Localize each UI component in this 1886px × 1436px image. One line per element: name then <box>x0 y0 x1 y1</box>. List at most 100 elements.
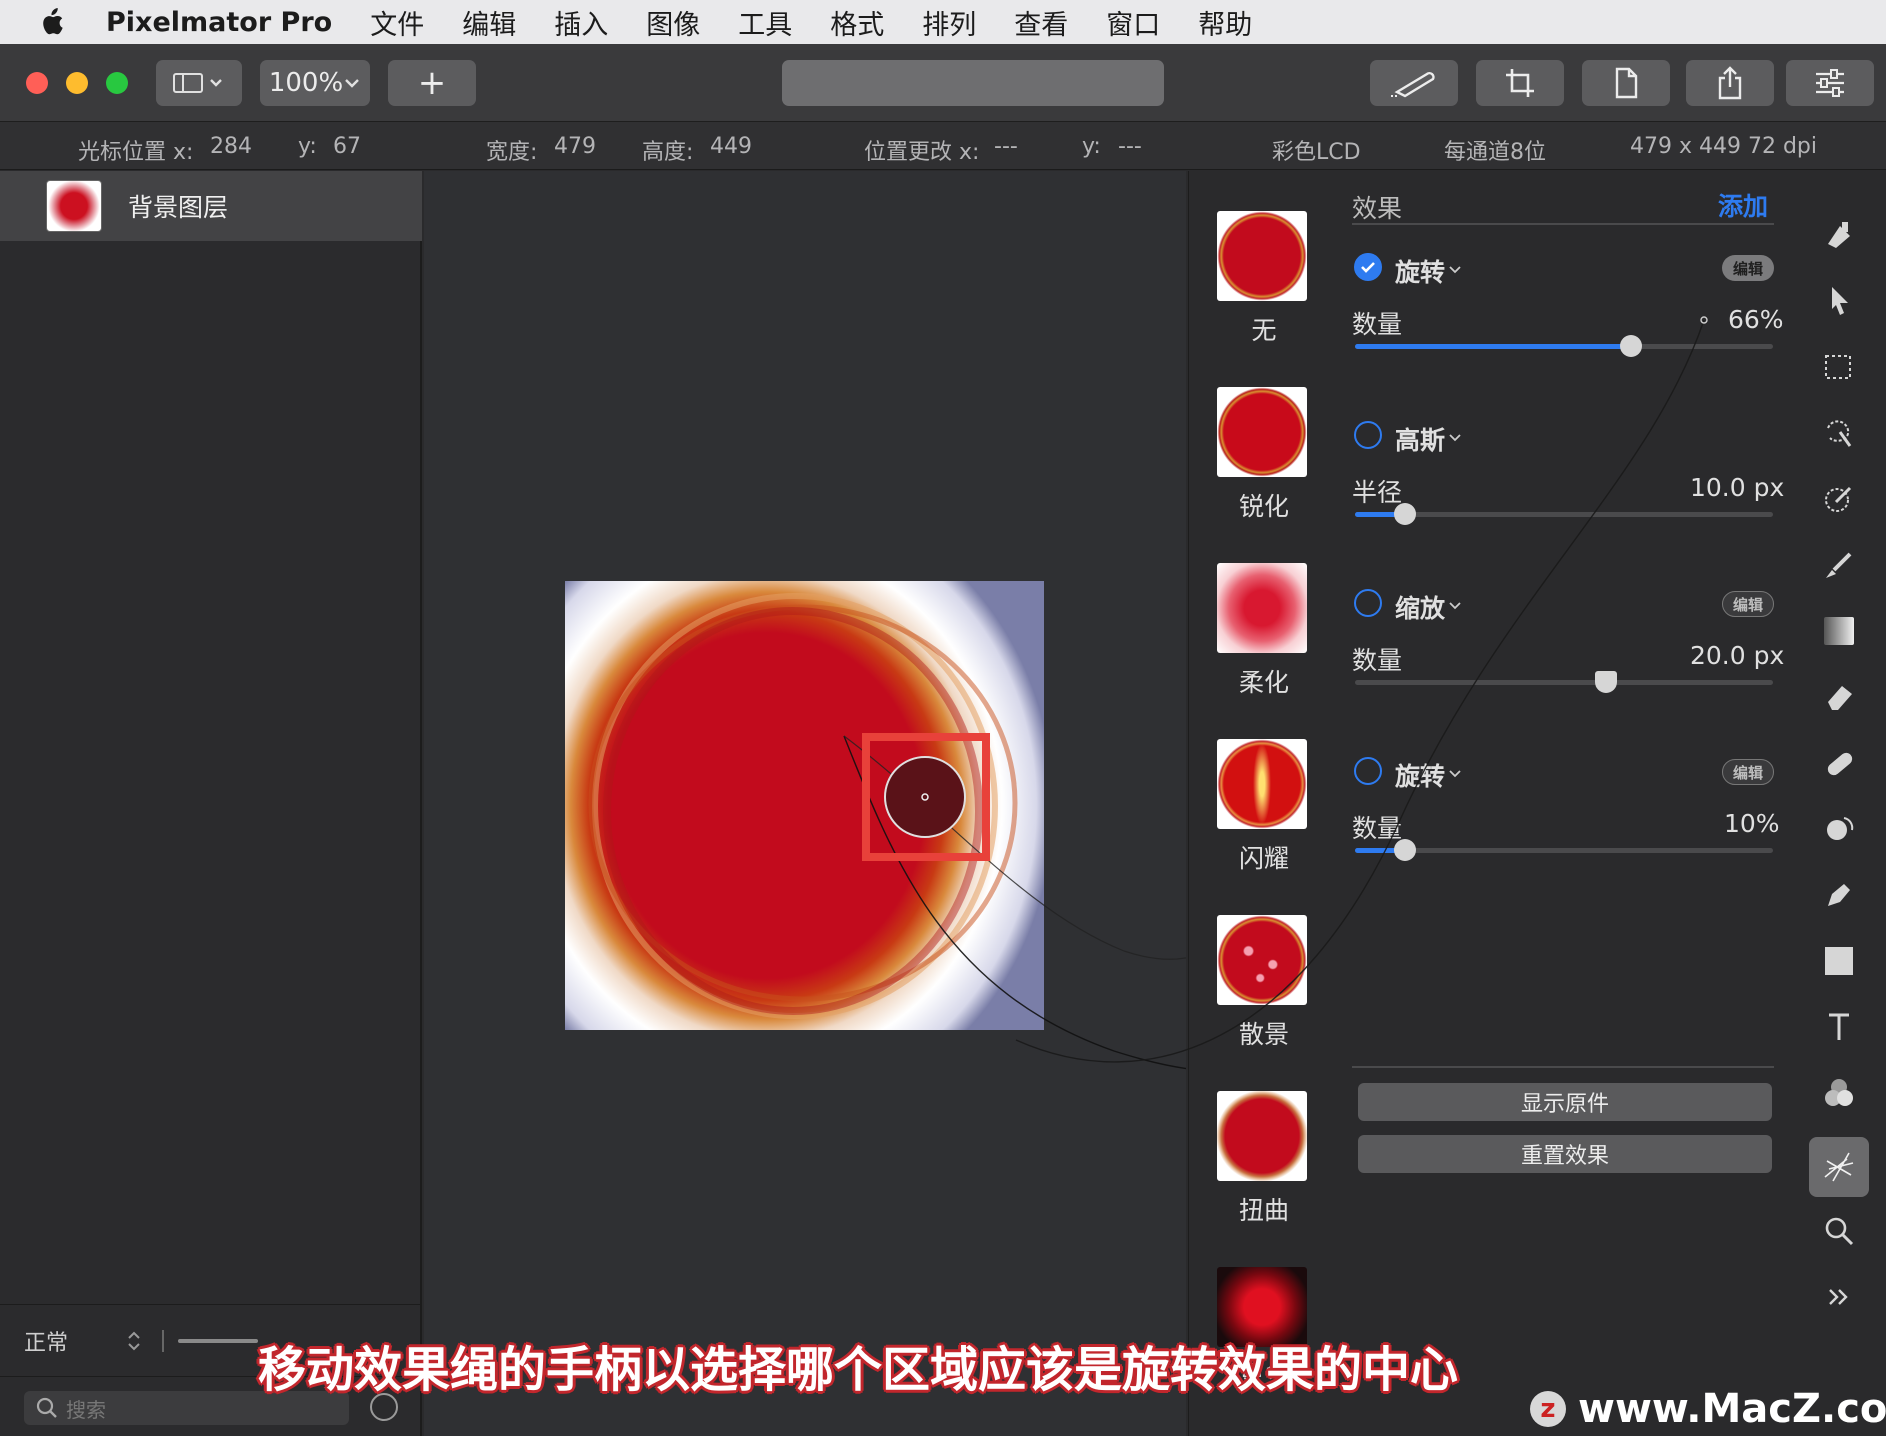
effects-tool[interactable] <box>1809 1137 1869 1197</box>
edit-badge[interactable]: 编辑 <box>1722 591 1774 617</box>
pen-tool[interactable] <box>1817 873 1861 917</box>
apple-logo-icon[interactable] <box>38 7 76 37</box>
app-menu[interactable]: Pixelmator Pro <box>106 7 332 38</box>
menu-edit[interactable]: 编辑 <box>462 3 516 42</box>
swirl-amount-slider[interactable] <box>1355 335 1773 357</box>
menu-format[interactable]: 格式 <box>830 3 884 42</box>
effect-preset-none[interactable]: 无 <box>1217 211 1311 347</box>
menu-help[interactable]: 帮助 <box>1198 3 1252 42</box>
close-window-button[interactable] <box>26 72 48 94</box>
share-button[interactable] <box>1686 60 1774 106</box>
slider-fill <box>1355 680 1606 685</box>
paint-tool[interactable] <box>1817 543 1861 587</box>
brush-button[interactable] <box>1370 60 1458 106</box>
new-document-button[interactable] <box>1582 60 1670 106</box>
effect-checkbox-gaussian[interactable] <box>1354 421 1382 449</box>
erase-tool[interactable] <box>1817 675 1861 719</box>
rectangle-select-tool[interactable] <box>1817 345 1861 389</box>
edit-badge[interactable]: 编辑 <box>1722 759 1774 785</box>
effect-preset-bokeh[interactable]: 散景 <box>1217 915 1311 1051</box>
more-tools-button[interactable] <box>1817 1275 1861 1319</box>
param-value: 66% <box>1728 305 1784 334</box>
swirl-2-amount-slider[interactable] <box>1355 839 1773 861</box>
slider-fill <box>1355 344 1631 349</box>
layer-thumbnail <box>46 180 102 232</box>
chevron-down-icon[interactable] <box>1448 265 1462 275</box>
effect-label: 闪耀 <box>1238 844 1289 873</box>
menu-tools[interactable]: 工具 <box>738 3 792 42</box>
effect-preset-distort[interactable]: 扭曲 <box>1217 1091 1311 1227</box>
canvas-area[interactable] <box>424 171 1186 1436</box>
effects-browser: 无 锐化 柔化 闪耀 散景 扭曲 更多 <box>1188 171 1340 1436</box>
color-select-tool[interactable] <box>1817 477 1861 521</box>
menu-bar: Pixelmator Pro 文件 编辑 插入 图像 工具 格式 排列 查看 窗… <box>0 0 1886 44</box>
blend-mode-select[interactable]: 正常 <box>24 1325 68 1357</box>
zoom-tool[interactable] <box>1817 1209 1861 1253</box>
zoom-dropdown[interactable]: 100% <box>260 60 370 106</box>
effect-preset-sharpen[interactable]: 锐化 <box>1217 387 1311 523</box>
show-original-button[interactable]: 显示原件 <box>1358 1083 1772 1121</box>
up-down-chevron-icon[interactable] <box>126 1329 142 1353</box>
reset-effects-button[interactable]: 重置效果 <box>1358 1135 1772 1173</box>
menu-view[interactable]: 查看 <box>1014 3 1068 42</box>
menu-insert[interactable]: 插入 <box>554 3 608 42</box>
chevron-down-icon[interactable] <box>1448 433 1462 443</box>
cursor-x-value: 284 <box>210 134 252 159</box>
select-tool[interactable] <box>1817 279 1861 323</box>
effect-name[interactable]: 旋转 <box>1395 757 1445 793</box>
effect-checkbox-zoom[interactable] <box>1354 589 1382 617</box>
bandage-icon <box>1827 752 1853 776</box>
sidebar-toggle-button[interactable] <box>156 60 242 106</box>
cursor-y-label: y: <box>298 134 317 159</box>
cursor-arrow-icon <box>1832 287 1848 315</box>
slider-knob[interactable] <box>1394 503 1417 525</box>
menu-arrange[interactable]: 排列 <box>922 3 976 42</box>
height-value: 449 <box>710 134 752 159</box>
retouch-tool[interactable] <box>1817 741 1861 785</box>
effect-checkbox-swirl[interactable] <box>1354 253 1382 281</box>
menu-window[interactable]: 窗口 <box>1106 3 1160 42</box>
effect-thumbnail <box>1217 1091 1307 1181</box>
layer-row[interactable]: 背景图层 <box>0 171 422 241</box>
chevron-down-icon <box>345 79 360 88</box>
search-placeholder: 搜索 <box>66 1397 106 1422</box>
document-title-field[interactable] <box>782 60 1164 106</box>
distort-tool[interactable] <box>1817 807 1861 851</box>
watermark-logo-icon: z <box>1530 1391 1566 1427</box>
gradient-tool[interactable] <box>1817 609 1861 653</box>
color-adjust-tool[interactable] <box>1817 1071 1861 1115</box>
adjustments-button[interactable] <box>1786 60 1874 106</box>
chevron-down-icon[interactable] <box>1448 769 1462 779</box>
cursor-x-label: 光标位置 x: <box>78 140 194 165</box>
arrange-tool[interactable] <box>1817 213 1861 257</box>
slider-knob[interactable] <box>1394 839 1417 861</box>
plus-icon: + <box>417 63 447 103</box>
warp-icon <box>1827 817 1854 840</box>
canvas-image[interactable] <box>565 581 1044 1030</box>
gaussian-radius-slider[interactable] <box>1355 503 1773 525</box>
add-button[interactable]: + <box>388 60 476 106</box>
effect-name[interactable]: 高斯 <box>1395 421 1445 457</box>
menu-file[interactable]: 文件 <box>370 3 424 42</box>
zoom-amount-slider[interactable] <box>1355 671 1773 693</box>
edit-badge[interactable]: 编辑 <box>1722 255 1774 281</box>
slider-knob[interactable] <box>1594 671 1617 693</box>
minimize-window-button[interactable] <box>66 72 88 94</box>
effect-checkbox-swirl-2[interactable] <box>1354 757 1382 785</box>
add-effect-link[interactable]: 添加 <box>1718 187 1768 223</box>
crop-button[interactable] <box>1476 60 1564 106</box>
effect-name[interactable]: 缩放 <box>1395 589 1445 625</box>
effect-preset-soften[interactable]: 柔化 <box>1217 563 1311 699</box>
zoom-window-button[interactable] <box>106 72 128 94</box>
menu-image[interactable]: 图像 <box>646 3 700 42</box>
opacity-slider[interactable] <box>178 1338 259 1343</box>
magic-select-tool[interactable] <box>1817 411 1861 455</box>
marquee-icon <box>1825 355 1851 379</box>
slider-knob[interactable] <box>1619 335 1642 357</box>
chevron-down-icon[interactable] <box>1448 601 1462 611</box>
param-value: 20.0 px <box>1690 641 1785 670</box>
effect-name[interactable]: 旋转 <box>1395 253 1445 289</box>
effect-preset-glow[interactable]: 闪耀 <box>1217 739 1311 875</box>
effect-thumbnail <box>1217 915 1307 1005</box>
document-icon <box>1615 67 1638 99</box>
